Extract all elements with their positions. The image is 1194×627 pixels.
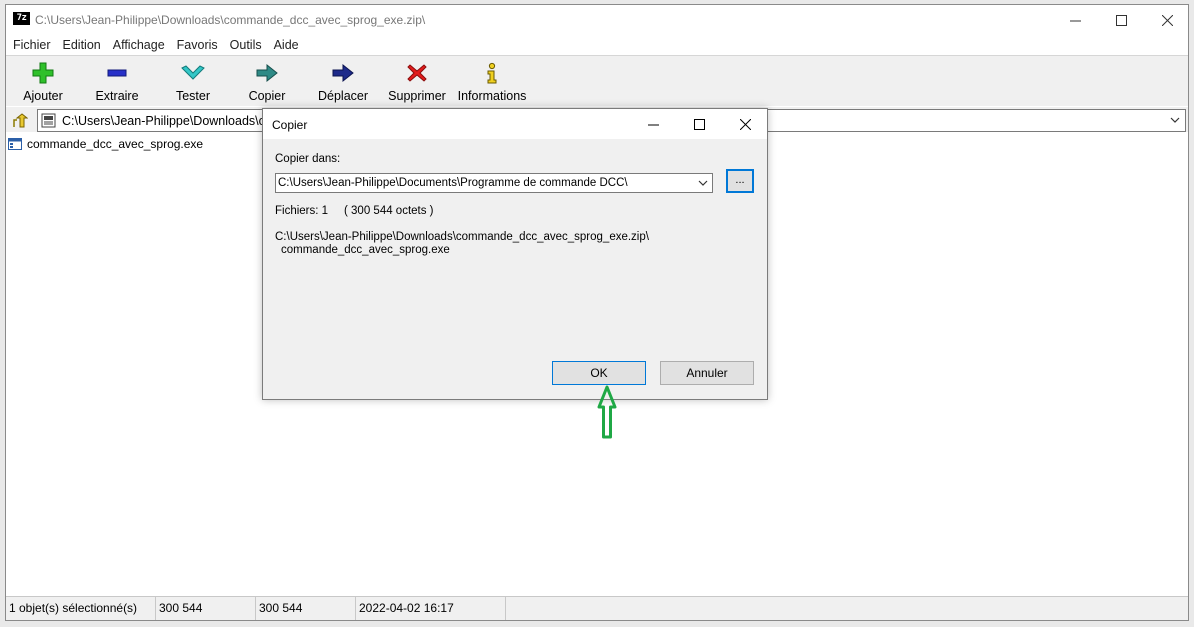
files-info: Fichiers: 1 ( 300 544 octets ): [275, 205, 434, 217]
minimize-icon: [647, 124, 659, 125]
chevron-down-icon[interactable]: [1169, 113, 1181, 127]
menu-bar: Fichier Edition Affichage Favoris Outils…: [6, 35, 1188, 56]
close-icon: [739, 118, 751, 130]
minimize-icon: [1069, 20, 1081, 21]
status-modified: 2022-04-02 16:17: [356, 597, 506, 620]
up-folder-button[interactable]: [9, 110, 31, 131]
status-packed-size: 300 544: [256, 597, 356, 620]
dialog-title-bar: Copier: [263, 109, 767, 139]
delete-label: Supprimer: [388, 89, 446, 103]
menu-outils[interactable]: Outils: [224, 38, 268, 52]
browse-button[interactable]: ...: [726, 169, 754, 193]
ok-button[interactable]: OK: [552, 361, 646, 385]
menu-fichier[interactable]: Fichier: [7, 38, 57, 52]
folder-up-icon: [13, 112, 28, 127]
menu-aide[interactable]: Aide: [268, 38, 305, 52]
plus-icon: [32, 62, 54, 84]
destination-combobox[interactable]: C:\Users\Jean-Philippe\Documents\Program…: [275, 173, 713, 193]
list-item[interactable]: commande_dcc_avec_sprog.exe: [8, 136, 203, 152]
menu-edition[interactable]: Edition: [57, 38, 107, 52]
minus-icon: [107, 69, 127, 77]
dialog-title: Copier: [272, 118, 308, 132]
exe-file-icon: [8, 138, 22, 150]
extract-label: Extraire: [95, 89, 139, 103]
info-button[interactable]: Informations: [456, 61, 528, 103]
cancel-button[interactable]: Annuler: [660, 361, 754, 385]
file-name: commande_dcc_avec_sprog.exe: [27, 137, 204, 151]
move-button[interactable]: Déplacer: [318, 61, 368, 103]
maximize-icon: [693, 118, 705, 130]
dialog-maximize-button[interactable]: [676, 109, 722, 139]
dialog-close-button[interactable]: [722, 109, 768, 139]
dialog-minimize-button[interactable]: [630, 109, 676, 139]
delete-x-icon: [407, 64, 427, 82]
close-button[interactable]: [1144, 5, 1190, 35]
status-bar: 1 objet(s) sélectionné(s) 300 544 300 54…: [6, 596, 1188, 620]
window-title: C:\Users\Jean-Philippe\Downloads\command…: [35, 13, 426, 27]
add-button[interactable]: Ajouter: [20, 61, 66, 103]
test-label: Tester: [175, 89, 211, 103]
maximize-icon: [1115, 14, 1127, 26]
source-file-name: commande_dcc_avec_sprog.exe: [281, 244, 450, 256]
copy-dialog: Copier Copier dans: C:\Users\Jean-Philip…: [262, 108, 768, 400]
app-icon: 7z: [13, 12, 30, 25]
copy-to-label: Copier dans:: [275, 153, 341, 165]
address-path: C:\Users\Jean-Philippe\Downloads\co: [62, 114, 272, 128]
source-archive-path: C:\Users\Jean-Philippe\Downloads\command…: [275, 231, 649, 243]
checkmark-icon: [181, 65, 205, 80]
title-bar: 7z C:\Users\Jean-Philippe\Downloads\comm…: [6, 5, 1188, 35]
menu-favoris[interactable]: Favoris: [171, 38, 224, 52]
minimize-button[interactable]: [1052, 5, 1098, 35]
move-arrow-icon: [332, 63, 354, 83]
delete-button[interactable]: Supprimer: [387, 61, 447, 103]
move-label: Déplacer: [317, 89, 369, 103]
copy-button[interactable]: Copier: [248, 61, 286, 103]
archive-icon: [41, 113, 56, 128]
annotation-arrow-icon: [597, 385, 617, 439]
maximize-button[interactable]: [1098, 5, 1144, 35]
copy-label: Copier: [248, 89, 286, 103]
destination-path: C:\Users\Jean-Philippe\Documents\Program…: [278, 177, 628, 189]
status-size: 300 544: [156, 597, 256, 620]
menu-affichage[interactable]: Affichage: [107, 38, 171, 52]
status-selection: 1 objet(s) sélectionné(s): [6, 597, 156, 620]
toolbar: Ajouter Extraire Tester Copier Déplacer …: [6, 56, 1188, 106]
copy-arrow-icon: [256, 63, 278, 83]
info-label: Informations: [457, 89, 527, 103]
info-icon: [487, 62, 497, 84]
add-label: Ajouter: [23, 89, 63, 103]
test-button[interactable]: Tester: [175, 61, 211, 103]
close-icon: [1161, 14, 1173, 26]
extract-button[interactable]: Extraire: [95, 61, 139, 103]
chevron-down-icon[interactable]: [697, 177, 709, 189]
